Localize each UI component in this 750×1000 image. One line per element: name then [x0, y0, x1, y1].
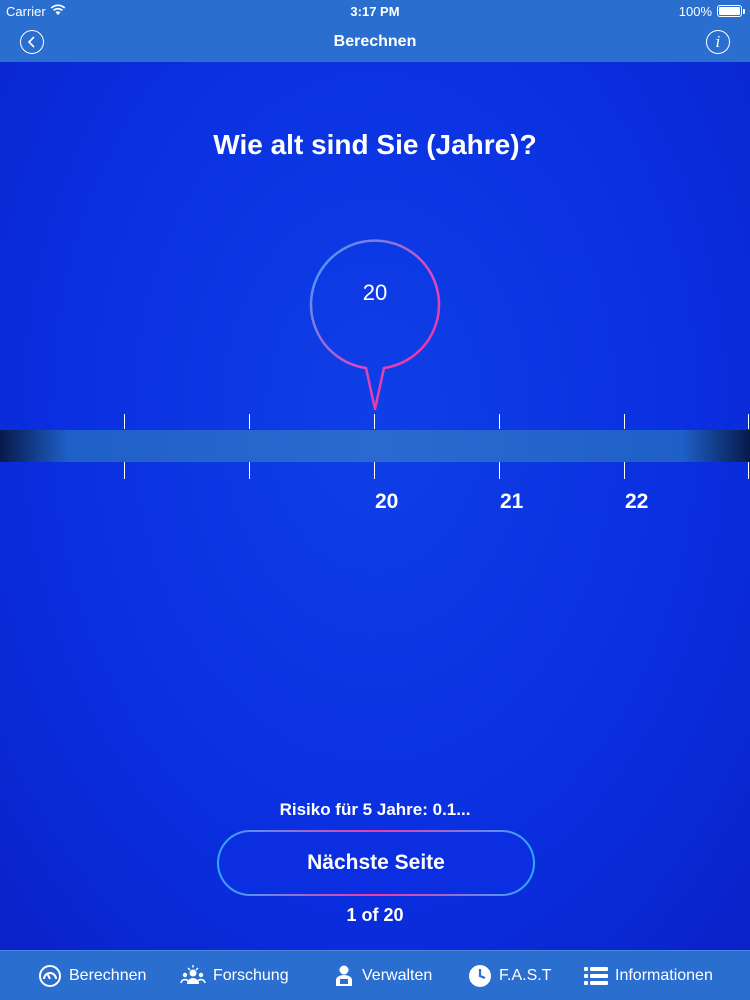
battery-icon [717, 5, 742, 17]
ruler-tick [499, 414, 500, 429]
question-heading: Wie alt sind Sie (Jahre)? [213, 129, 537, 160]
status-bar: Carrier 3:17 PM 100% [0, 0, 750, 22]
tab-verwalten[interactable]: Verwalten [333, 951, 432, 1000]
risk-summary: Risiko für 5 Jahre: 0.1... [279, 800, 471, 819]
battery-percentage: 100% [678, 4, 712, 19]
manager-icon [336, 965, 352, 986]
tab-label: Verwalten [362, 967, 433, 984]
tab-berechnen[interactable]: Berechnen [38, 951, 146, 1000]
ruler-tick [249, 462, 250, 479]
ruler-tick [374, 414, 375, 429]
ruler-label: 21 [500, 490, 524, 513]
research-icon [180, 965, 206, 984]
value-bubble [309, 239, 441, 411]
gauge-icon [39, 965, 61, 987]
clock-icon [469, 965, 491, 987]
ruler-label: 22 [625, 490, 649, 513]
ruler-tick [374, 462, 375, 479]
tab-label: F.A.S.T [499, 967, 552, 984]
ruler-label: 20 [375, 490, 399, 513]
age-ruler-slider[interactable] [0, 430, 750, 462]
ruler-tick [249, 414, 250, 429]
tab-label: Forschung [213, 967, 289, 984]
battery-tip [743, 9, 745, 14]
page-title: Berechnen [333, 33, 417, 50]
info-button[interactable]: i [706, 30, 730, 54]
tab-label: Informationen [615, 967, 713, 984]
ruler-tick [748, 462, 749, 479]
page-indicator: 1 of 20 [346, 905, 404, 925]
ruler-tick [624, 414, 625, 429]
ruler-tick [124, 462, 125, 479]
ruler-tick [624, 462, 625, 479]
ruler-tick [748, 414, 749, 429]
tab-label: Berechnen [69, 967, 147, 984]
tab-forschung[interactable]: Forschung [180, 951, 289, 1000]
tab-informationen[interactable]: Informationen [584, 951, 713, 1000]
clock-time: 3:17 PM [350, 4, 400, 19]
tab-bar: Berechnen Forschung Verwalten F.A.S.T In… [0, 950, 750, 1000]
ruler-tick [124, 414, 125, 429]
navigation-bar: Berechnen i [0, 22, 750, 62]
ruler-tick [499, 462, 500, 479]
selected-age-value: 20 [362, 280, 388, 305]
list-icon [584, 967, 608, 985]
info-icon: i [715, 33, 721, 51]
tab-fast[interactable]: F.A.S.T [468, 951, 551, 1000]
next-page-button[interactable]: Nächste Seite [217, 830, 535, 896]
main-content: Wie alt sind Sie (Jahre)? 20 20 21 22 Ri… [0, 62, 750, 950]
